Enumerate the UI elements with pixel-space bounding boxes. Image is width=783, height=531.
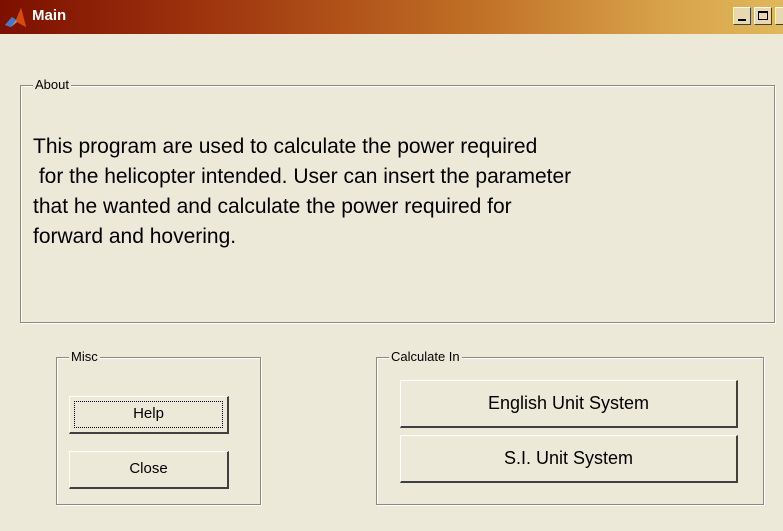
- close-window-button[interactable]: [775, 7, 783, 25]
- si-unit-system-button[interactable]: S.I. Unit System: [400, 435, 738, 483]
- minimize-button[interactable]: [733, 7, 751, 25]
- focus-ring: [74, 401, 223, 428]
- main-window: Main About This program are used to calc…: [0, 0, 783, 531]
- window-title: Main: [32, 7, 67, 24]
- english-unit-system-button[interactable]: English Unit System: [400, 380, 738, 428]
- calculate-in-panel: Calculate In English Unit System S.I. Un…: [376, 349, 764, 505]
- calculate-in-panel-title: Calculate In: [389, 349, 462, 365]
- misc-panel-title: Misc: [69, 349, 100, 365]
- maximize-icon: [758, 11, 768, 20]
- si-unit-system-label: S.I. Unit System: [503, 448, 634, 468]
- minimize-icon: [738, 19, 746, 21]
- help-button[interactable]: Help: [69, 396, 229, 434]
- english-unit-system-label: English Unit System: [487, 393, 650, 413]
- maximize-button[interactable]: [754, 7, 772, 25]
- close-button[interactable]: Close: [69, 451, 229, 489]
- close-button-label: Close: [129, 460, 168, 477]
- about-description: This program are used to calculate the p…: [33, 135, 572, 248]
- misc-panel: Misc Help Close: [56, 349, 261, 505]
- matlab-icon: [5, 8, 26, 27]
- about-panel: About This program are used to calculate…: [20, 77, 775, 323]
- about-panel-title: About: [33, 77, 71, 93]
- title-bar[interactable]: Main: [0, 0, 783, 34]
